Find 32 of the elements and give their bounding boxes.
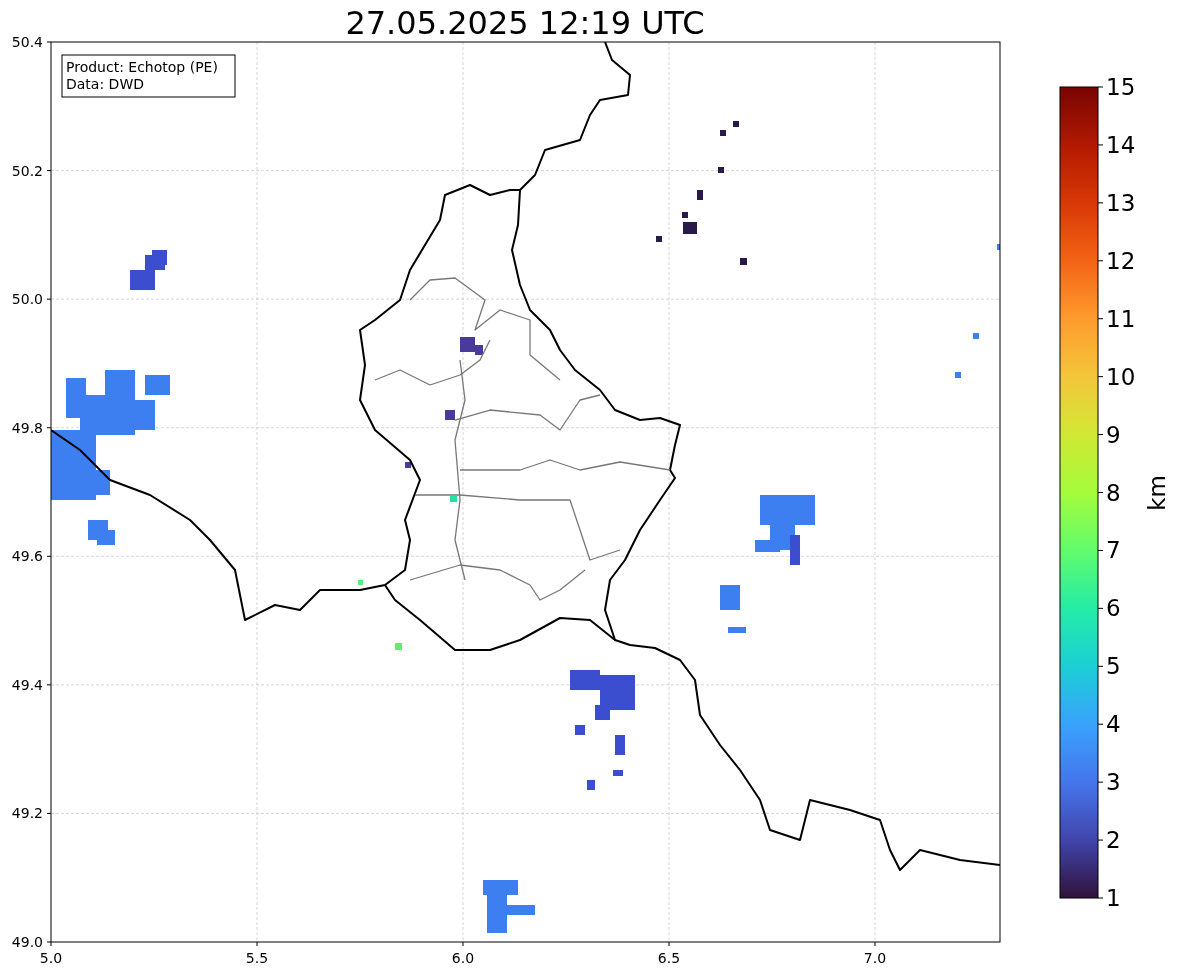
colorbar-tick-label: 11 [1106, 305, 1136, 332]
colorbar-tick-label: 15 [1106, 74, 1136, 100]
legend-text: Data: DWD [66, 76, 144, 92]
colorbar-tick-label: 6 [1106, 595, 1121, 622]
y-tick-label: 50.0 [11, 291, 43, 308]
colorbar-tick-label: 5 [1106, 653, 1121, 680]
y-tick-label: 49.4 [11, 676, 43, 693]
colorbar-tick-label: 7 [1106, 537, 1121, 564]
y-tick-label: 49.6 [11, 548, 43, 565]
y-tick-label: 49.8 [11, 419, 43, 436]
colorbar-tick-label: 3 [1106, 769, 1121, 796]
colorbar-tick-label: 4 [1106, 711, 1121, 738]
colorbar-tick-label: 1 [1106, 885, 1121, 911]
x-tick-label: 5.0 [39, 950, 63, 966]
x-tick-label: 6.5 [657, 950, 681, 966]
x-tick-label: 7.0 [863, 950, 887, 966]
legend-text: Product: Echotop (PE) [66, 59, 218, 75]
y-tick-label: 49.0 [11, 934, 43, 950]
colorbar-label: km [1144, 475, 1170, 511]
colorbar-tick-label: 8 [1106, 479, 1121, 506]
colorbar-tick-label: 10 [1106, 363, 1136, 390]
colorbar-tick-label: 13 [1106, 189, 1136, 216]
colorbar-tick-label: 12 [1106, 247, 1136, 274]
colorbar-tick-label: 2 [1106, 827, 1121, 854]
chart-title: 27.05.2025 12:19 UTC [345, 4, 705, 42]
colorbar-tick-label: 9 [1106, 421, 1121, 448]
x-tick-label: 6.0 [451, 950, 475, 966]
y-tick-label: 49.2 [11, 805, 43, 822]
x-tick-label: 5.5 [245, 950, 269, 966]
y-tick-label: 50.4 [11, 34, 43, 50]
colorbar-tick-label: 14 [1106, 131, 1136, 158]
y-tick-label: 50.2 [11, 162, 43, 179]
